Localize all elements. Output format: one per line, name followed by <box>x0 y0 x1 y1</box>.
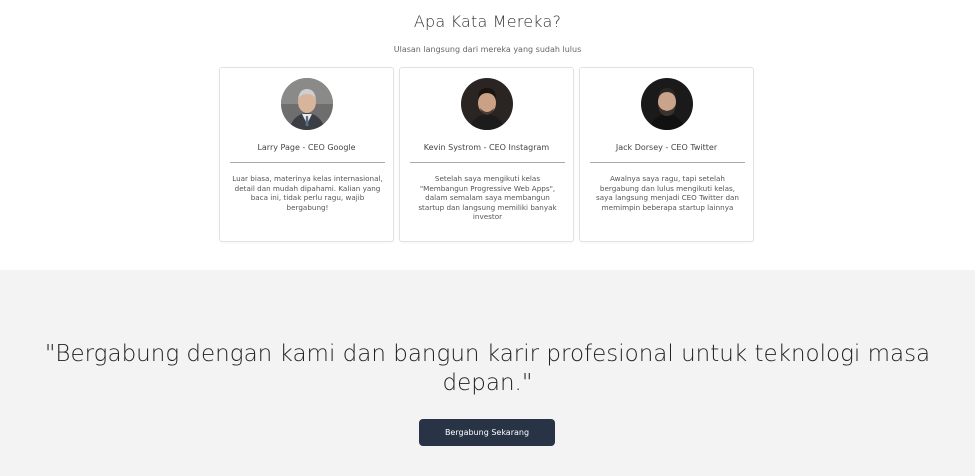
testimonial-quote: Setelah saya mengikuti kelas "Membangun … <box>418 174 557 221</box>
testimonial-card: Jack Dorsey - CEO Twitter Awalnya saya r… <box>579 67 754 242</box>
testimonials-section: Apa Kata Mereka? Ulasan langsung dari me… <box>0 0 975 270</box>
divider <box>410 162 565 163</box>
testimonial-quote: Awalnya saya ragu, tapi setelah bergabun… <box>596 174 739 212</box>
divider <box>230 162 385 163</box>
testimonial-card: Larry Page - CEO Google Luar biasa, mate… <box>219 67 394 242</box>
testimonial-card: Kevin Systrom - CEO Instagram Setelah sa… <box>399 67 574 242</box>
avatar <box>461 78 513 130</box>
testimonial-name: Jack Dorsey - CEO Twitter <box>615 143 718 152</box>
testimonial-cards: Larry Page - CEO Google Luar biasa, mate… <box>219 67 756 242</box>
section-title: Apa Kata Mereka? <box>413 12 562 31</box>
section-subtitle: Ulasan langsung dari mereka yang sudah l… <box>393 45 582 54</box>
avatar <box>641 78 693 130</box>
divider <box>590 162 745 163</box>
testimonial-name: Larry Page - CEO Google <box>257 143 356 152</box>
cta-section: "Bergabung dengan kami dan bangun karir … <box>0 270 975 476</box>
cta-quote: "Bergabung dengan kami dan bangun karir … <box>44 341 931 396</box>
testimonial-name: Kevin Systrom - CEO Instagram <box>423 143 550 152</box>
avatar <box>281 78 333 130</box>
join-now-button[interactable]: Bergabung Sekarang <box>419 419 555 446</box>
testimonial-quote: Luar biasa, materinya kelas internasiona… <box>232 174 383 212</box>
